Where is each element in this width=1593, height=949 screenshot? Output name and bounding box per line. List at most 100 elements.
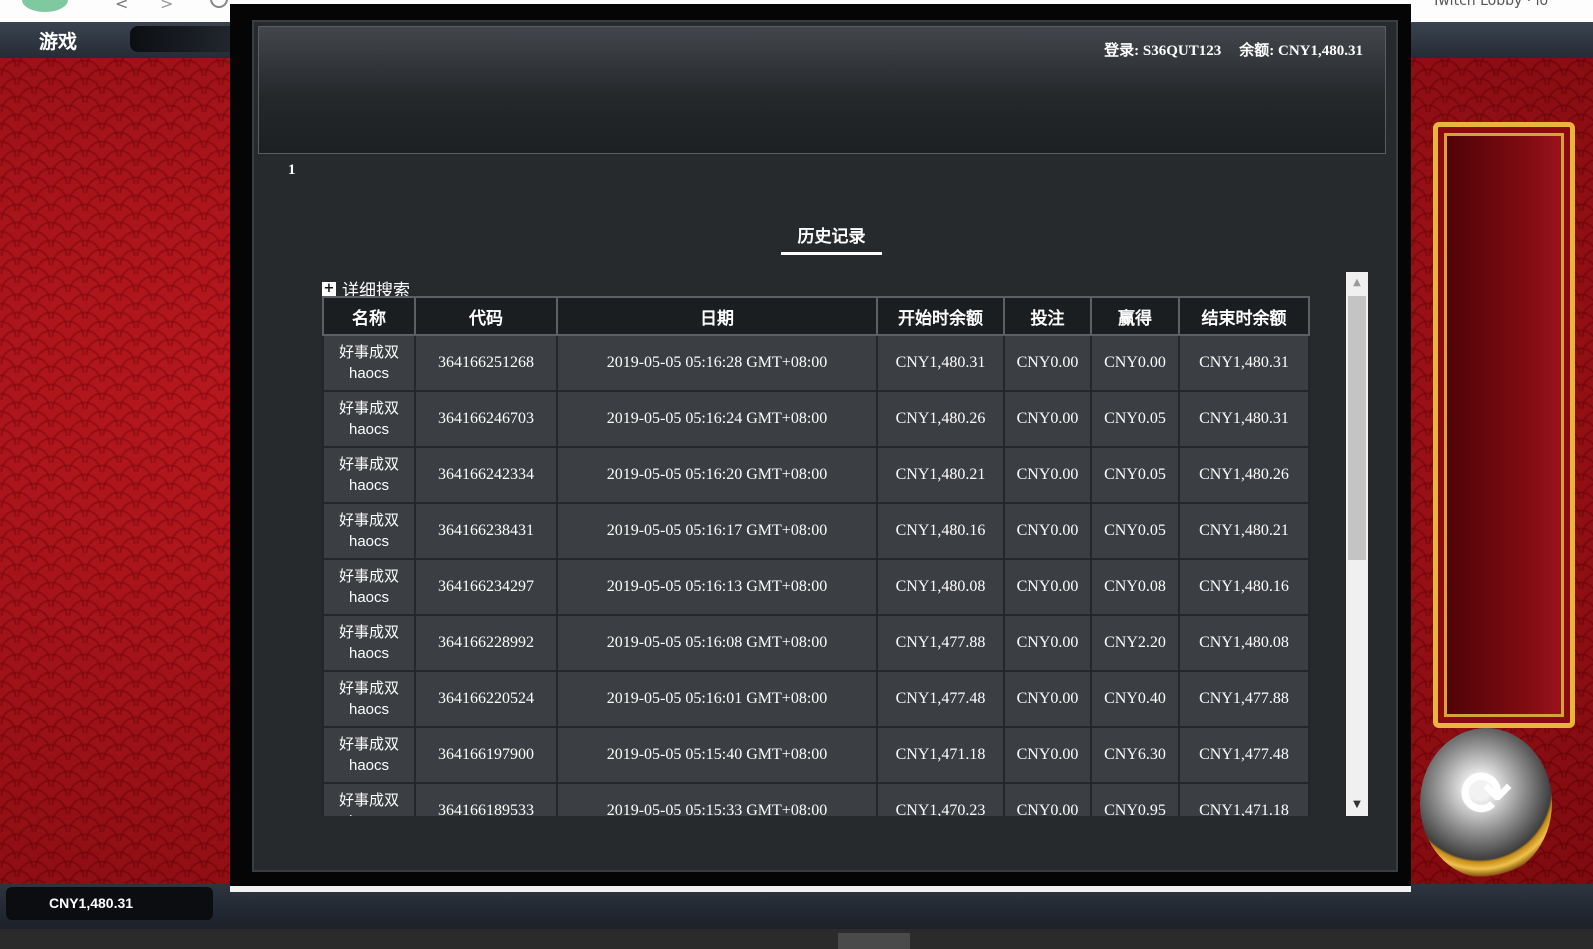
cell-name: 好事成双 haocs [322,446,416,504]
cell-bet: CNY0.00 [1003,390,1092,448]
cell-win: CNY0.05 [1090,502,1180,560]
cell-date: 2019-05-05 05:16:20 GMT+08:00 [556,446,878,504]
chevron-up-icon[interactable]: ▲ [1346,272,1368,294]
cell-date: 2019-05-05 05:16:01 GMT+08:00 [556,670,878,728]
chevron-down-icon[interactable]: ▼ [1346,794,1368,816]
cell-code: 364166197900 [414,726,558,784]
reload-icon[interactable] [210,0,228,8]
cell-start-balance: CNY1,470.23 [876,782,1005,816]
cell-bet: CNY0.00 [1003,334,1092,392]
tab-history[interactable]: 历史记录 [781,224,882,255]
cell-start-balance: CNY1,477.48 [876,670,1005,728]
table-row[interactable]: 好事成双 haocs3641661895332019-05-05 05:15:33… [322,782,1310,816]
cell-bet: CNY0.00 [1003,502,1092,560]
cell-bet: CNY0.00 [1003,614,1092,672]
cell-end-balance: CNY1,477.48 [1178,726,1310,784]
modal-header: 登录: S36QUT123 余额: CNY1,480.31 [258,26,1386,154]
game-name-en: haocs [348,365,390,382]
cell-code: 364166189533 [414,782,558,816]
table-row[interactable]: 好事成双 haocs 364166238431 2019-05-05 05:16:17… [322,502,1310,560]
user-info: 登录: S36QUT123 余额: CNY1,480.31 [1086,39,1363,60]
table-row[interactable]: 好事成双 haocs 364166251268 2019-05-05 05:16:28… [322,334,1310,392]
game-name-cn: 好事成双 [338,791,399,809]
column-header-code: 代码 [414,296,558,336]
table-header-row: 名称 代码 日期 开始时余额 投注 赢得 结束时余额 [322,296,1310,336]
cell-start-balance: CNY1,480.16 [876,502,1005,560]
game-name-cn: 好事成双 [338,511,399,529]
history-table-viewport: 名称 代码 日期 开始时余额 投注 赢得 结束时余额 好事成双 haocs 3641… [322,296,1312,816]
plus-box-icon[interactable]: + [322,281,336,296]
scroll-thumb[interactable] [1348,296,1366,560]
table-scrollbar[interactable]: ▲ ▼ [1346,272,1368,816]
cell-code: 364166234297 [414,558,558,616]
back-arrow-icon[interactable]: < [115,0,128,13]
browser-tab-text: Twitch Lobby · lo [1432,0,1549,9]
cell-date: 2019-05-05 05:16:17 GMT+08:00 [556,502,878,560]
cell-name: 好事成双 haocs [322,334,416,392]
game-name-cn: 好事成双 [338,735,399,753]
cell-start-balance: CNY1,480.31 [876,334,1005,392]
cell-name: 好事成双 haocs [322,614,416,672]
balance-label: 余额: CNY1,480.31 [1239,43,1363,59]
history-modal: 登录: S36QUT123 余额: CNY1,480.31 1 历史记录 + 详细… [230,4,1411,892]
cell-win: CNY2.20 [1090,614,1180,672]
reel-frame [1433,122,1575,728]
table-row[interactable]: 好事成双 haocs 364166220524 2019-05-05 05:16:01… [322,670,1310,728]
table-row[interactable]: 好事成双 haocs 364166234297 2019-05-05 05:16:13… [322,558,1310,616]
cell-date: 2019-05-05 05:16:24 GMT+08:00 [556,390,878,448]
cell-end-balance: CNY1,480.16 [1178,558,1310,616]
game-name-en: haocs [348,645,390,662]
game-name-en: haocs [348,589,390,606]
cell-win: CNY0.05 [1090,446,1180,504]
game-menu-title[interactable]: 游戏 [39,27,77,54]
bottom-bar [0,929,1593,949]
cell-end-balance: CNY1,480.21 [1178,502,1310,560]
cell-end-balance: CNY1,480.26 [1178,446,1310,504]
game-name-en: haocs [324,811,414,816]
page-number: 1 [288,162,296,178]
cell-code: 364166242334 [414,446,558,504]
cell-win: CNY0.00 [1090,334,1180,392]
cell-end-balance: CNY1,480.31 [1178,390,1310,448]
forward-arrow-icon[interactable]: > [160,0,173,13]
cell-win: CNY0.08 [1090,558,1180,616]
cell-start-balance: CNY1,480.21 [876,446,1005,504]
table-row[interactable]: 好事成双 haocs 364166242334 2019-05-05 05:16:20… [322,446,1310,504]
history-table: 名称 代码 日期 开始时余额 投注 赢得 结束时余额 好事成双 haocs 3641… [322,296,1310,816]
cell-start-balance: CNY1,480.08 [876,558,1005,616]
table-row[interactable]: 好事成双 haocs 364166246703 2019-05-05 05:16:24… [322,390,1310,448]
cell-end-balance: CNY1,480.31 [1178,334,1310,392]
cell-date: 2019-05-05 05:16:13 GMT+08:00 [556,558,878,616]
cell-win: CNY0.40 [1090,670,1180,728]
cell-end-balance: CNY1,480.08 [1178,614,1310,672]
spin-button[interactable]: ⟳ [1420,728,1552,878]
cell-win: CNY0.05 [1090,390,1180,448]
game-name-cn: 好事成双 [338,679,399,697]
login-label: 登录: S36QUT123 [1104,43,1222,59]
cell-name: 好事成双 haocs [322,726,416,784]
cell-bet: CNY0.00 [1003,670,1092,728]
cell-code: 364166228992 [414,614,558,672]
column-header-name: 名称 [322,296,416,336]
browser-logo-icon [22,0,68,12]
balance-display: CNY1,480.31 [6,887,213,920]
cell-name: 好事成双 haocs [322,390,416,448]
bottom-tab[interactable] [838,933,910,949]
cell-name: 好事成双 haocs [322,782,416,816]
cell-code: 364166251268 [414,334,558,392]
cell-end-balance: CNY1,471.18 [1178,782,1310,816]
game-name-en: haocs [348,421,390,438]
game-name-en: haocs [348,701,390,718]
cell-date: 2019-05-05 05:15:40 GMT+08:00 [556,726,878,784]
cell-win: CNY6.30 [1090,726,1180,784]
refresh-icon: ⟳ [1460,757,1512,830]
cell-date: 2019-05-05 05:16:28 GMT+08:00 [556,334,878,392]
cell-bet: CNY0.00 [1003,558,1092,616]
game-name-en: haocs [348,477,390,494]
cell-start-balance: CNY1,471.18 [876,726,1005,784]
game-name-cn: 好事成双 [338,343,399,361]
game-name-en: haocs [348,533,390,550]
table-row[interactable]: 好事成双 haocs 364166197900 2019-05-05 05:15:40… [322,726,1310,784]
table-row[interactable]: 好事成双 haocs 364166228992 2019-05-05 05:16:08… [322,614,1310,672]
cell-name: 好事成双 haocs [322,502,416,560]
